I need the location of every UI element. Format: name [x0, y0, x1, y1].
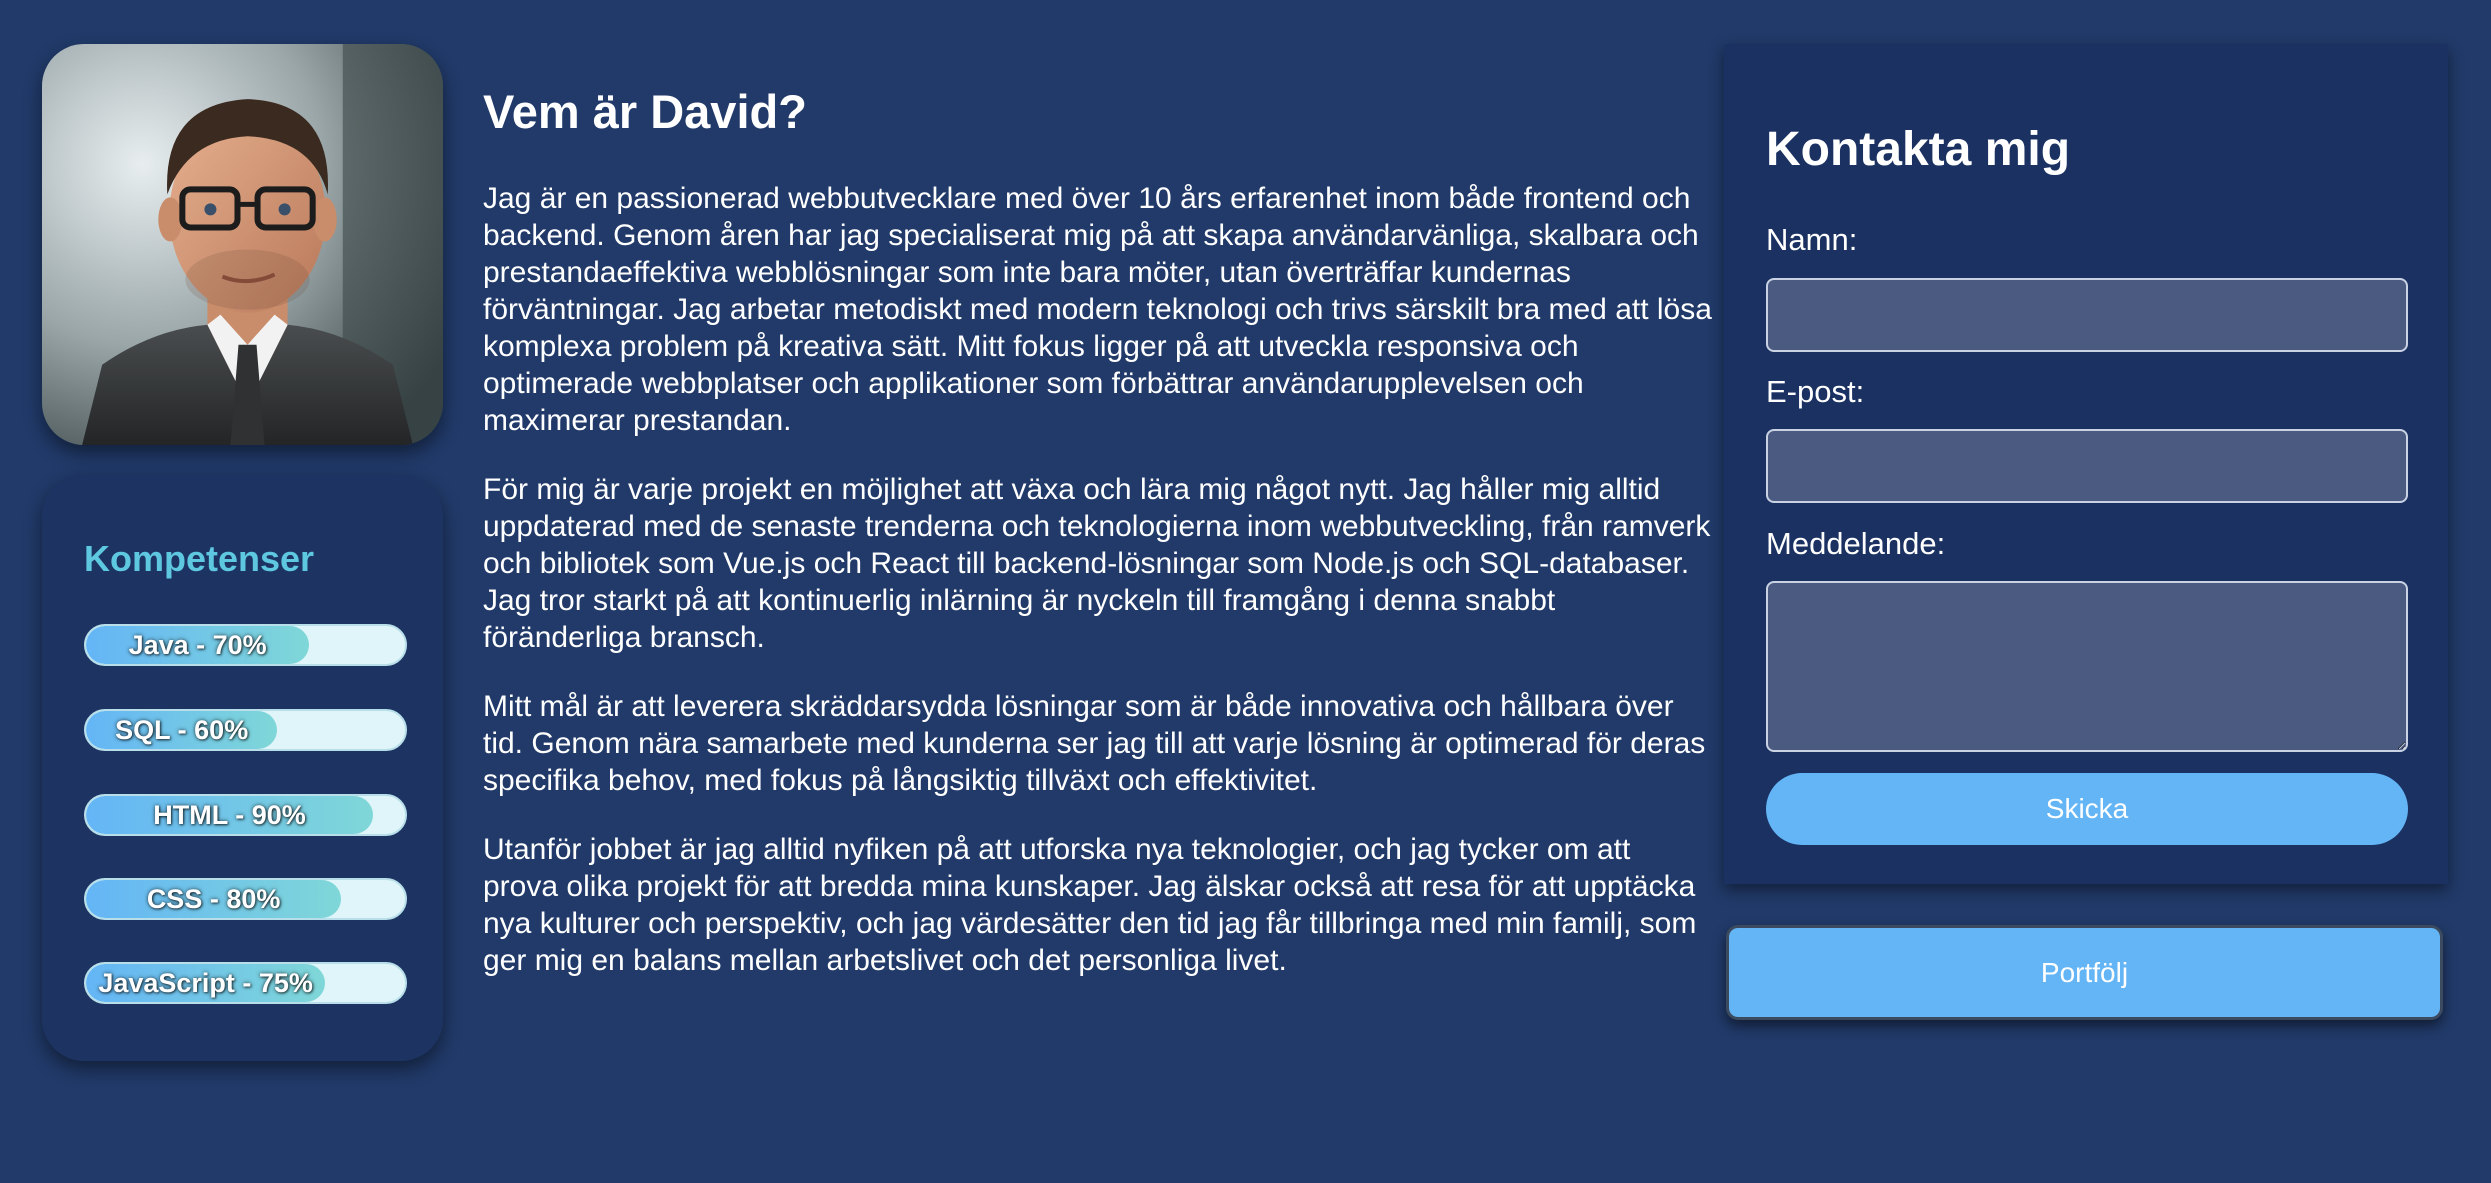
about-paragraph: För mig är varje projekt en möjlighet at…: [483, 473, 1711, 654]
skill-bar-sql: SQL - 60%: [84, 709, 407, 751]
portrait-image: [42, 44, 443, 445]
portfolio-button[interactable]: Portfölj: [1726, 925, 2443, 1020]
name-input[interactable]: [1766, 278, 2408, 352]
skill-label: CSS - 80%: [146, 884, 281, 914]
name-label: Namn:: [1766, 222, 1858, 257]
skill-label: HTML - 90%: [153, 800, 306, 830]
about-paragraph: Jag är en passionerad webbutvecklare med…: [483, 182, 1712, 437]
message-textarea[interactable]: [1766, 581, 2408, 752]
email-label: E-post:: [1766, 374, 1865, 409]
email-input[interactable]: [1766, 429, 2408, 503]
skill-bar-java: Java - 70%: [84, 624, 407, 666]
contact-form: Kontakta mig Namn: E-post: Meddelande: S…: [1724, 44, 2448, 884]
about-paragraph: Utanför jobbet är jag alltid nyfiken på …: [483, 833, 1697, 977]
profile-portrait: [42, 44, 443, 445]
send-button[interactable]: Skicka: [1766, 773, 2408, 845]
skill-bar-html: HTML - 90%: [84, 794, 407, 836]
about-title: Vem är David?: [483, 85, 807, 138]
about-paragraph: Mitt mål är att leverera skräddarsydda l…: [483, 690, 1706, 797]
message-label: Meddelande:: [1766, 526, 1946, 561]
skill-label: SQL - 60%: [115, 715, 249, 745]
contact-title: Kontakta mig: [1766, 123, 2071, 176]
skill-label: Java - 70%: [128, 630, 267, 660]
skill-label: JavaScript - 75%: [98, 968, 313, 998]
skill-bar-javascript: JavaScript - 75%: [84, 962, 407, 1004]
skill-bar-css: CSS - 80%: [84, 878, 407, 920]
skills-card: Kompetenser Java - 70% SQL - 60% HTML - …: [42, 474, 443, 1061]
skills-title: Kompetenser: [84, 538, 315, 579]
about-section: Vem är David? Jag är en passionerad webb…: [483, 84, 1713, 1011]
